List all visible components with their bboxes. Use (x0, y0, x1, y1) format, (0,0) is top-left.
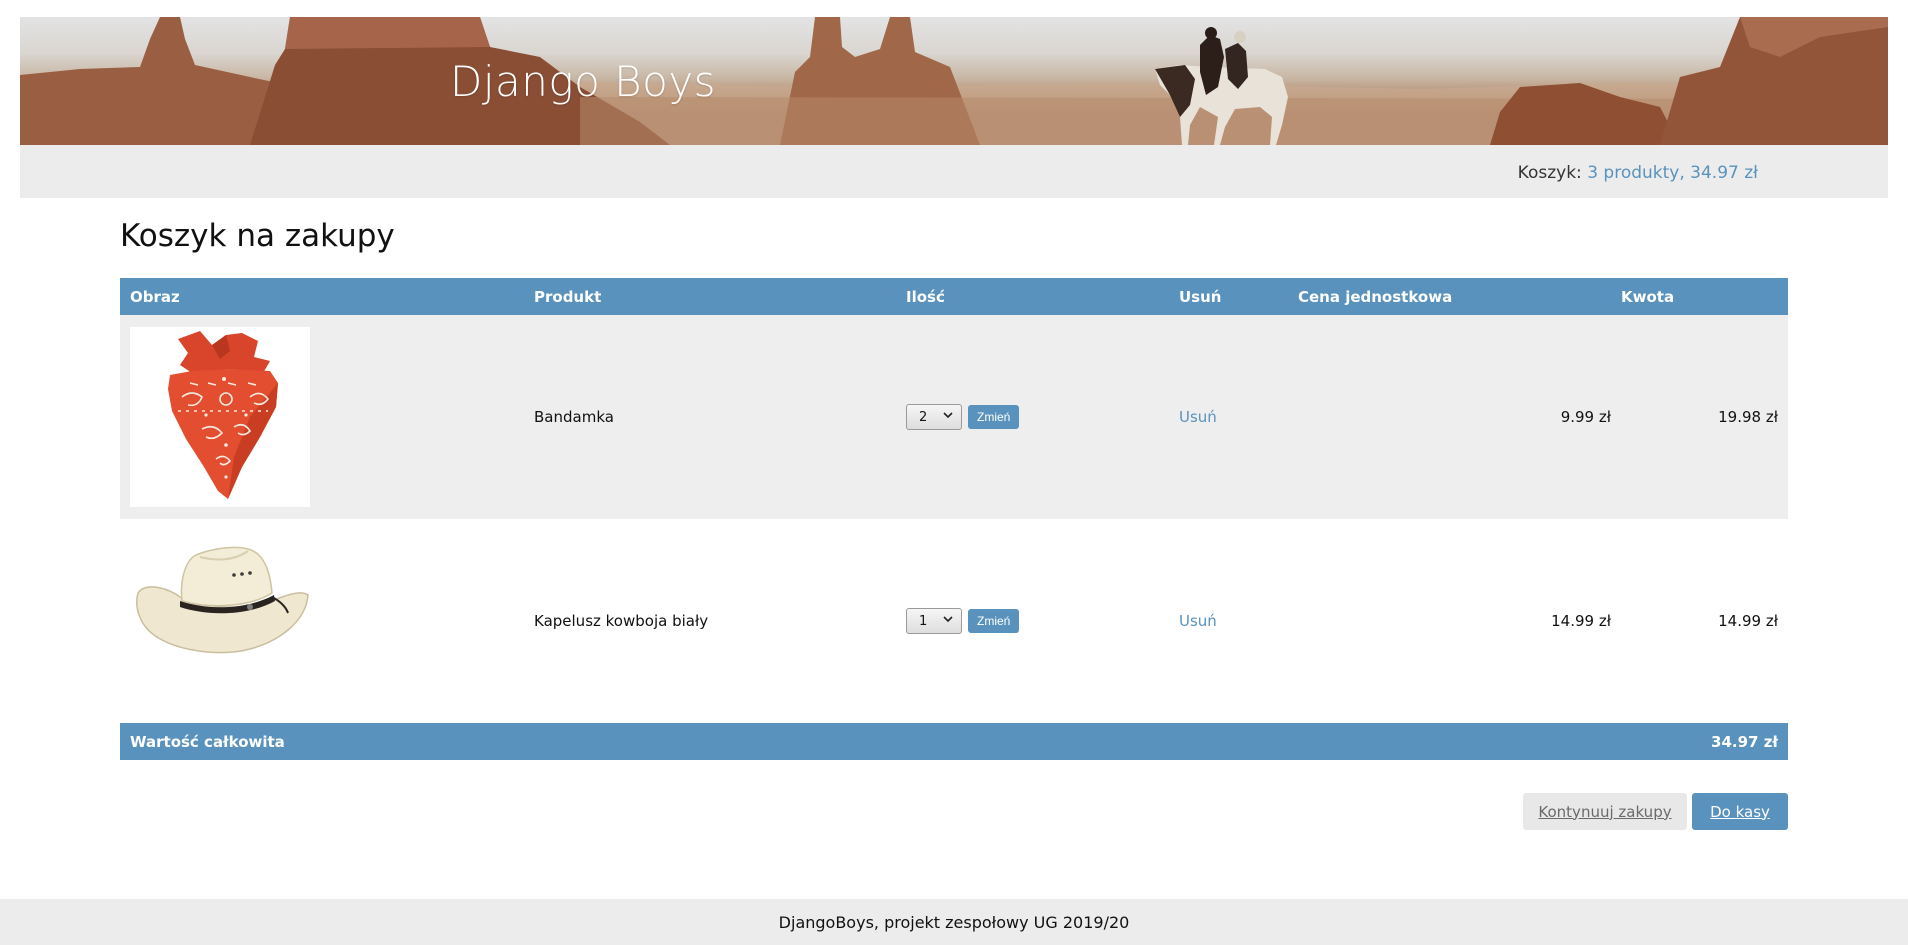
header-banner: Django Boys (20, 17, 1888, 145)
column-header-remove: Usuń (1169, 278, 1288, 315)
remove-cell: Usuń (1169, 519, 1288, 723)
cart-summary-link[interactable]: 3 produkty, 34.97 zł (1587, 163, 1758, 183)
update-quantity-button[interactable]: Zmień (968, 405, 1020, 429)
quantity-cell: 1 Zmień (896, 519, 1169, 723)
column-header-quantity: Ilość (896, 278, 1169, 315)
column-header-image: Obraz (120, 278, 524, 315)
update-quantity-button[interactable]: Zmień (968, 609, 1020, 633)
quantity-value: 1 (919, 613, 928, 629)
total-value: 34.97 zł (1621, 723, 1788, 760)
total-label: Wartość całkowita (120, 723, 1621, 760)
table-row: Kapelusz kowboja biały 1 Zmień Usuń 14.9… (120, 519, 1788, 723)
cart-summary-label: Koszyk: (1517, 163, 1582, 183)
product-name: Kapelusz kowboja biały (524, 519, 896, 723)
footer-text: DjangoBoys, projekt zespołowy UG 2019/20 (778, 912, 1130, 932)
chevron-down-icon (943, 616, 953, 623)
desert-landscape-image (20, 17, 1888, 145)
quantity-select[interactable]: 1 (906, 608, 962, 634)
quantity-cell: 2 Zmień (896, 315, 1169, 519)
line-amount: 19.98 zł (1621, 315, 1788, 519)
column-header-product: Produkt (524, 278, 896, 315)
remove-item-link[interactable]: Usuń (1179, 408, 1217, 426)
cowboy-hat-image (130, 531, 310, 711)
unit-price: 9.99 zł (1288, 315, 1621, 519)
table-total-row: Wartość całkowita 34.97 zł (120, 723, 1788, 760)
continue-shopping-button[interactable]: Kontynuuj zakupy (1523, 793, 1687, 830)
page-title: Koszyk na zakupy (120, 218, 395, 254)
table-row: Bandamka 2 Zmień Usuń 9.99 zł 19.98 zł (120, 315, 1788, 519)
cart-summary-bar: Koszyk: 3 produkty, 34.97 zł (20, 145, 1888, 198)
chevron-down-icon (943, 412, 953, 419)
product-name: Bandamka (524, 315, 896, 519)
column-header-amount: Kwota (1621, 278, 1788, 315)
product-image-link[interactable] (130, 327, 310, 507)
bandana-image (130, 327, 310, 507)
product-image-cell (120, 519, 524, 723)
product-image-link[interactable] (130, 531, 310, 711)
quantity-value: 2 (919, 409, 928, 425)
unit-price: 14.99 zł (1288, 519, 1621, 723)
checkout-button[interactable]: Do kasy (1692, 793, 1788, 830)
cart-table: Obraz Produkt Ilość Usuń Cena jednostkow… (120, 278, 1788, 760)
table-header-row: Obraz Produkt Ilość Usuń Cena jednostkow… (120, 278, 1788, 315)
cart-summary: Koszyk: 3 produkty, 34.97 zł (1518, 163, 1758, 183)
line-amount: 14.99 zł (1621, 519, 1788, 723)
column-header-unit-price: Cena jednostkowa (1288, 278, 1621, 315)
footer: DjangoBoys, projekt zespołowy UG 2019/20 (0, 899, 1908, 945)
site-title[interactable]: Django Boys (450, 57, 716, 106)
remove-cell: Usuń (1169, 315, 1288, 519)
remove-item-link[interactable]: Usuń (1179, 612, 1217, 630)
quantity-select[interactable]: 2 (906, 404, 962, 430)
product-image-cell (120, 315, 524, 519)
